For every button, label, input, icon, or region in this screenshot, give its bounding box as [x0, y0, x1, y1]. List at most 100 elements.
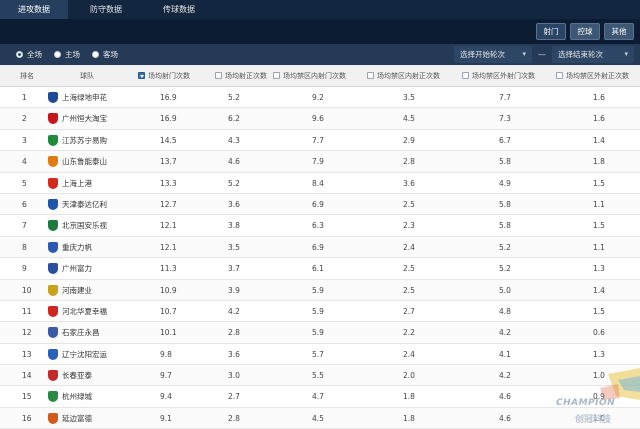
caret-down-icon: ▾	[624, 50, 628, 58]
team-name[interactable]: 河南建业	[62, 280, 92, 301]
on-target-cell: 3.6	[228, 199, 240, 209]
table-row[interactable]: 2 广州恒大淘宝 16.9 6.2 9.6 4.5 7.3 1.6	[0, 108, 640, 130]
shots-cell: 13.7	[160, 157, 177, 167]
team-crest-icon	[48, 284, 58, 296]
col-box-on-target[interactable]: 场均禁区内射正次数	[367, 65, 440, 87]
out-on-target-cell: 1.8	[593, 157, 605, 167]
on-target-cell: 4.2	[228, 306, 240, 316]
out-shots-cell: 6.7	[499, 135, 511, 145]
box-on-target-cell: 3.5	[403, 93, 415, 102]
rank-cell: 4	[22, 157, 27, 167]
shots-cell: 13.3	[160, 178, 177, 188]
col-on-target[interactable]: 场均射正次数	[215, 65, 267, 87]
box-on-target-cell: 1.8	[403, 413, 415, 423]
out-on-target-cell: 1.3	[593, 349, 605, 359]
team-name[interactable]: 江苏苏宁易购	[62, 130, 107, 151]
watermark-brand: CHAMPION	[556, 398, 616, 408]
team-name[interactable]: 长春亚泰	[62, 365, 92, 386]
other-button[interactable]: 其他	[604, 23, 634, 40]
box-shots-cell: 5.7	[312, 349, 324, 359]
out-shots-cell: 5.8	[499, 199, 511, 209]
box-on-target-cell: 1.8	[403, 392, 415, 402]
on-target-cell: 3.8	[228, 221, 240, 231]
end-round-select[interactable]: 选择结束轮次 ▾	[552, 46, 634, 63]
team-name[interactable]: 北京国安乐视	[62, 215, 107, 236]
team-name[interactable]: 上海上港	[62, 173, 92, 194]
radio-all[interactable]: 全场	[16, 44, 42, 65]
out-shots-cell: 4.8	[499, 306, 511, 316]
table-row[interactable]: 13 辽宁沈阳宏运 9.8 3.6 5.7 2.4 4.1 1.3	[0, 343, 640, 366]
team-name[interactable]: 杭州绿城	[62, 386, 92, 407]
shots-cell: 14.5	[160, 135, 177, 145]
possession-button[interactable]: 控球	[570, 23, 600, 40]
team-name[interactable]: 石家庄永昌	[62, 322, 100, 343]
table-row[interactable]: 1 上海绿地申花 16.9 5.2 9.2 3.5 7.7 1.6	[0, 87, 640, 109]
box-on-target-cell: 3.6	[403, 178, 415, 188]
box-on-target-cell: 2.4	[403, 349, 415, 359]
team-name[interactable]: 天津泰达亿利	[62, 194, 107, 215]
col-on-target-label: 场均射正次数	[225, 72, 267, 80]
shots-button[interactable]: 射门	[536, 23, 566, 40]
team-crest-icon	[48, 156, 58, 168]
col-out-on-target[interactable]: 场均禁区外射正次数	[556, 65, 629, 87]
table-row[interactable]: 5 上海上港 13.3 5.2 8.4 3.6 4.9 1.5	[0, 172, 640, 194]
team-name[interactable]: 广州恒大淘宝	[62, 108, 107, 129]
table-row[interactable]: 14 长春亚泰 9.7 3.0 5.5 2.0 4.2 1.0	[0, 365, 640, 387]
table-row[interactable]: 6 天津泰达亿利 12.7 3.6 6.9 2.5 5.8 1.1	[0, 193, 640, 216]
box-shots-cell: 8.4	[312, 178, 324, 188]
shots-cell: 9.7	[160, 371, 172, 381]
team-crest-icon	[48, 92, 58, 103]
team-crest-icon	[48, 327, 58, 339]
team-crest-icon	[48, 370, 58, 382]
table-row[interactable]: 7 北京国安乐视 12.1 3.8 6.3 2.3 5.8 1.5	[0, 215, 640, 237]
shots-cell: 16.9	[160, 93, 177, 102]
rank-cell: 1	[22, 93, 27, 102]
team-name[interactable]: 山东鲁能泰山	[62, 151, 107, 172]
out-on-target-cell: 1.1	[593, 242, 605, 252]
table-row[interactable]: 15 杭州绿城 9.4 2.7 4.7 1.8 4.6 0.9	[0, 386, 640, 408]
team-name[interactable]: 上海绿地申花	[62, 87, 107, 108]
table-row[interactable]: 9 广州富力 11.3 3.7 6.1 2.5 5.2 1.3	[0, 258, 640, 280]
radio-dot-icon	[16, 51, 23, 58]
table-row[interactable]: 8 重庆力帆 12.1 3.5 6.9 2.4 5.2 1.1	[0, 236, 640, 259]
shots-cell: 9.8	[160, 349, 172, 359]
col-box-shots[interactable]: 场均禁区内射门次数	[273, 65, 346, 87]
radio-away[interactable]: 客场	[92, 44, 118, 65]
out-shots-cell: 5.8	[499, 221, 511, 231]
tab-defense-data[interactable]: 防守数据	[68, 0, 144, 19]
table-row[interactable]: 12 石家庄永昌 10.1 2.8 5.9 2.2 4.2 0.6	[0, 322, 640, 344]
shots-cell: 12.7	[160, 199, 177, 209]
team-name[interactable]: 河北华夏幸福	[62, 301, 107, 322]
team-name[interactable]: 重庆力帆	[62, 237, 92, 258]
team-name[interactable]: 延边富德	[62, 408, 92, 429]
out-on-target-cell: 1.6	[593, 93, 605, 102]
table-row[interactable]: 16 延边富德 9.1 2.8 4.5 1.8 4.6 1.0	[0, 407, 640, 429]
col-shots[interactable]: 场均射门次数	[138, 65, 190, 87]
out-on-target-cell: 1.3	[593, 264, 605, 274]
table-body: 1 上海绿地申花 16.9 5.2 9.2 3.5 7.7 1.6 2 广州恒大淘宝 16.9 6.…	[0, 87, 640, 429]
box-shots-cell: 6.1	[312, 264, 324, 274]
radio-home[interactable]: 主场	[54, 44, 80, 65]
sort-icon	[215, 72, 222, 79]
table-row[interactable]: 4 山东鲁能泰山 13.7 4.6 7.9 2.8 5.8 1.8	[0, 151, 640, 173]
box-on-target-cell: 2.9	[403, 135, 415, 145]
col-box-on-target-label: 场均禁区内射正次数	[377, 72, 440, 80]
shots-cell: 16.9	[160, 114, 177, 124]
col-box-shots-label: 场均禁区内射门次数	[283, 72, 346, 80]
sort-desc-icon	[138, 72, 145, 79]
col-out-shots[interactable]: 场均禁区外射门次数	[462, 65, 535, 87]
out-shots-cell: 4.2	[499, 328, 511, 338]
shots-cell: 12.1	[160, 242, 177, 252]
tab-attack-data[interactable]: 进攻数据	[0, 0, 68, 19]
box-shots-cell: 5.9	[312, 306, 324, 316]
team-name[interactable]: 辽宁沈阳宏运	[62, 344, 107, 365]
tab-pass-data[interactable]: 传球数据	[144, 0, 214, 19]
table-row[interactable]: 11 河北华夏幸福 10.7 4.2 5.9 2.7 4.8 1.5	[0, 300, 640, 323]
start-round-select[interactable]: 选择开始轮次 ▾	[454, 46, 532, 63]
rank-cell: 6	[22, 199, 27, 209]
table-row[interactable]: 3 江苏苏宁易购 14.5 4.3 7.7 2.9 6.7 1.4	[0, 129, 640, 152]
on-target-cell: 6.2	[228, 114, 240, 124]
rank-cell: 12	[22, 328, 32, 338]
team-name[interactable]: 广州富力	[62, 258, 92, 279]
table-row[interactable]: 10 河南建业 10.9 3.9 5.9 2.5 5.0 1.4	[0, 279, 640, 301]
